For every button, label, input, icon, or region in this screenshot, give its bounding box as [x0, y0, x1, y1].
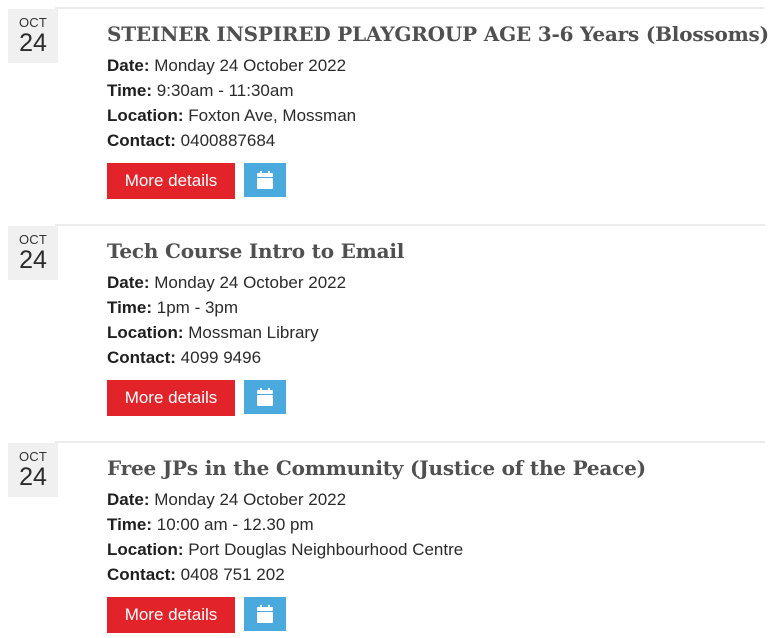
event-location-row: Location: Port Douglas Neighbourhood Cen…	[107, 537, 463, 562]
time-label: Time:	[107, 81, 153, 100]
date-month: OCT	[18, 449, 48, 464]
location-label: Location:	[107, 323, 184, 342]
contact-label: Contact:	[107, 565, 176, 584]
contact-value: 0400887684	[175, 131, 276, 150]
calendar-icon	[257, 605, 273, 623]
location-label: Location:	[107, 540, 184, 559]
event-divider	[55, 7, 765, 9]
date-label: Date:	[107, 56, 150, 75]
calendar-icon	[257, 388, 273, 406]
date-label: Date:	[107, 273, 150, 292]
event-contact-row: Contact: 4099 9496	[107, 345, 346, 370]
contact-label: Contact:	[107, 348, 176, 367]
event-title[interactable]: Tech Course Intro to Email	[107, 237, 404, 265]
date-day: 24	[19, 246, 47, 274]
event-details: Date: Monday 24 October 2022 Time: 9:30a…	[107, 53, 356, 153]
event-divider	[55, 224, 765, 226]
date-value: Monday 24 October 2022	[149, 490, 347, 509]
location-value: Mossman Library	[183, 323, 319, 342]
date-month: OCT	[18, 15, 48, 30]
contact-value: 4099 9496	[175, 348, 262, 367]
event-details: Date: Monday 24 October 2022 Time: 1pm -…	[107, 270, 346, 370]
event-contact-row: Contact: 0408 751 202	[107, 562, 463, 587]
event-details: Date: Monday 24 October 2022 Time: 10:00…	[107, 487, 463, 587]
date-label: Date:	[107, 490, 150, 509]
contact-label: Contact:	[107, 131, 176, 150]
location-value: Port Douglas Neighbourhood Centre	[183, 540, 464, 559]
more-details-button[interactable]: More details	[107, 163, 235, 199]
date-badge: OCT 24	[8, 443, 58, 497]
event-item: OCT 24 Tech Course Intro to Email Date: …	[0, 217, 771, 434]
date-badge: OCT 24	[8, 226, 58, 280]
more-details-button[interactable]: More details	[107, 380, 235, 416]
event-contact-row: Contact: 0400887684	[107, 128, 356, 153]
time-label: Time:	[107, 298, 153, 317]
event-date-row: Date: Monday 24 October 2022	[107, 270, 346, 295]
date-day: 24	[19, 463, 47, 491]
event-time-row: Time: 9:30am - 11:30am	[107, 78, 356, 103]
event-date-row: Date: Monday 24 October 2022	[107, 487, 463, 512]
date-value: Monday 24 October 2022	[149, 273, 347, 292]
event-date-row: Date: Monday 24 October 2022	[107, 53, 356, 78]
location-label: Location:	[107, 106, 184, 125]
event-item: OCT 24 STEINER INSPIRED PLAYGROUP AGE 3-…	[0, 0, 771, 217]
add-to-calendar-button[interactable]	[244, 597, 286, 631]
date-day: 24	[19, 29, 47, 57]
event-time-row: Time: 10:00 am - 12.30 pm	[107, 512, 463, 537]
event-title[interactable]: Free JPs in the Community (Justice of th…	[107, 454, 646, 482]
event-item: OCT 24 Free JPs in the Community (Justic…	[0, 434, 771, 638]
event-title[interactable]: STEINER INSPIRED PLAYGROUP AGE 3-6 Years…	[107, 20, 769, 48]
add-to-calendar-button[interactable]	[244, 163, 286, 197]
time-value: 1pm - 3pm	[152, 298, 239, 317]
time-label: Time:	[107, 515, 153, 534]
event-time-row: Time: 1pm - 3pm	[107, 295, 346, 320]
event-location-row: Location: Foxton Ave, Mossman	[107, 103, 356, 128]
date-month: OCT	[18, 232, 48, 247]
event-divider	[55, 441, 765, 443]
time-value: 10:00 am - 12.30 pm	[152, 515, 314, 534]
more-details-button[interactable]: More details	[107, 597, 235, 633]
time-value: 9:30am - 11:30am	[152, 81, 294, 100]
event-list: OCT 24 STEINER INSPIRED PLAYGROUP AGE 3-…	[0, 0, 771, 638]
event-location-row: Location: Mossman Library	[107, 320, 346, 345]
location-value: Foxton Ave, Mossman	[183, 106, 357, 125]
calendar-icon	[257, 171, 273, 189]
date-badge: OCT 24	[8, 9, 58, 63]
date-value: Monday 24 October 2022	[149, 56, 347, 75]
add-to-calendar-button[interactable]	[244, 380, 286, 414]
contact-value: 0408 751 202	[175, 565, 285, 584]
